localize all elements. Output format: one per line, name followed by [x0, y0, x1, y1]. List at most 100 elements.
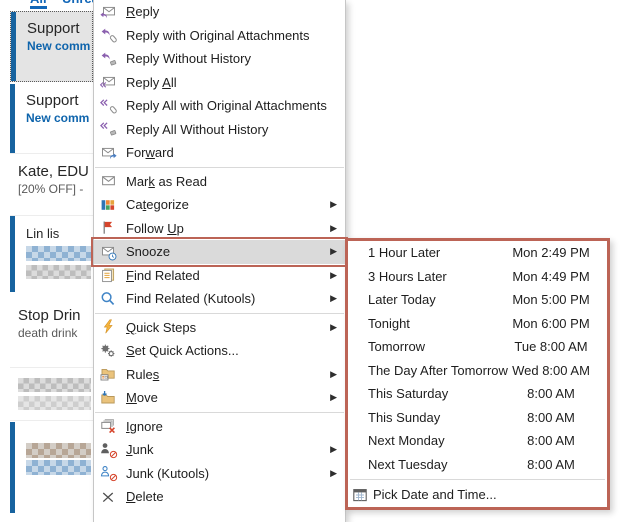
menu-separator: [95, 166, 344, 168]
snooze-icon: [99, 242, 119, 262]
snooze-option-label: This Sunday: [368, 409, 441, 425]
rules-folder-icon: [99, 364, 119, 384]
email-item[interactable]: Lin lis: [10, 216, 93, 292]
email-item[interactable]: Support New comm: [10, 84, 93, 154]
email-preview: [20% OFF] -: [18, 182, 84, 196]
junk-person-icon: [99, 440, 119, 460]
active-tab-underline: [30, 6, 47, 9]
menu-item-label: Junk: [126, 442, 154, 458]
menu-item-reply-all[interactable]: Reply All: [94, 71, 345, 95]
menu-item-set-quick-actions[interactable]: Set Quick Actions...: [94, 339, 345, 363]
email-item[interactable]: Kate, EDU [20% OFF] -: [10, 155, 93, 216]
pick-date-and-time-item[interactable]: Pick Date and Time...: [348, 483, 607, 507]
email-item[interactable]: [10, 422, 93, 513]
menu-item-mark-as-read[interactable]: Mark as Read: [94, 170, 345, 194]
envelope-icon: [99, 171, 119, 191]
snooze-option-tomorrow[interactable]: Tomorrow Tue 8:00 AM: [348, 335, 607, 359]
snooze-option-tonight[interactable]: Tonight Mon 6:00 PM: [348, 312, 607, 336]
email-item[interactable]: Stop Drin death drink: [10, 292, 93, 368]
snooze-option-this-sunday[interactable]: This Sunday 8:00 AM: [348, 406, 607, 430]
categorize-icon: [99, 195, 119, 215]
snooze-option-time: 8:00 AM: [527, 433, 575, 449]
submenu-arrow-icon: ▶: [330, 199, 337, 210]
move-folder-icon: [99, 388, 119, 408]
menu-item-rules[interactable]: Rules ▶: [94, 363, 345, 387]
redacted-text: [18, 378, 91, 392]
menu-item-quick-steps[interactable]: Quick Steps ▶: [94, 316, 345, 340]
snooze-option-label: The Day After Tomorrow: [368, 362, 508, 378]
menu-item-categorize[interactable]: Categorize ▶: [94, 193, 345, 217]
menu-item-label: Find Related: [126, 267, 200, 283]
menu-item-reply-without-history[interactable]: Reply Without History: [94, 47, 345, 71]
menu-item-delete[interactable]: Delete: [94, 485, 345, 509]
email-sender: Stop Drin: [18, 307, 81, 324]
snooze-option-time: Mon 4:49 PM: [512, 268, 590, 284]
menu-item-label: Categorize: [126, 197, 189, 213]
submenu-arrow-icon: ▶: [330, 269, 337, 280]
snooze-option-time: 8:00 AM: [527, 386, 575, 402]
magnifier-icon: [99, 289, 119, 309]
menu-item-reply-all-with-original-attachments[interactable]: Reply All with Original Attachments: [94, 94, 345, 118]
menu-item-label: Find Related (Kutools): [126, 291, 256, 307]
menu-item-reply[interactable]: Reply: [94, 0, 345, 24]
snooze-option-label: 3 Hours Later: [368, 268, 447, 284]
snooze-option-label: Next Tuesday: [368, 456, 448, 472]
email-sender: Lin lis: [26, 226, 60, 241]
menu-item-forward[interactable]: Forward: [94, 141, 345, 165]
email-preview: New comm: [26, 111, 90, 125]
menu-item-find-related-kutools[interactable]: Find Related (Kutools) ▶: [94, 287, 345, 311]
snooze-option-label: Next Monday: [368, 433, 445, 449]
email-preview: death drink: [18, 326, 78, 340]
redacted-text: [26, 265, 91, 279]
lightning-icon: [99, 317, 119, 337]
menu-item-ignore[interactable]: Ignore: [94, 415, 345, 439]
snooze-option-later-today[interactable]: Later Today Mon 5:00 PM: [348, 288, 607, 312]
snooze-option-3-hours-later[interactable]: 3 Hours Later Mon 4:49 PM: [348, 265, 607, 289]
menu-item-reply-with-original-attachments[interactable]: Reply with Original Attachments: [94, 24, 345, 48]
reply-attachment-icon: [99, 25, 119, 45]
redacted-text: [18, 396, 91, 410]
snooze-option-time: 8:00 AM: [527, 409, 575, 425]
mail-filter-tabs: All Unread: [0, 0, 93, 9]
snooze-option-time: Mon 6:00 PM: [512, 315, 590, 331]
menu-item-label: Rules: [126, 366, 160, 382]
snooze-option-label: Tonight: [368, 315, 410, 331]
snooze-submenu: 1 Hour Later Mon 2:49 PM 3 Hours Later M…: [345, 238, 610, 510]
snooze-option-day-after-tomorrow[interactable]: The Day After Tomorrow Wed 8:00 AM: [348, 359, 607, 383]
snooze-option-time: Mon 2:49 PM: [512, 245, 590, 261]
submenu-arrow-icon: ▶: [330, 246, 337, 257]
unread-bar: [10, 216, 15, 292]
submenu-arrow-icon: ▶: [330, 392, 337, 403]
menu-item-junk-kutools[interactable]: Junk (Kutools) ▶: [94, 462, 345, 486]
menu-item-label: Ignore: [126, 418, 163, 434]
menu-item-label: Forward: [126, 145, 174, 161]
menu-item-follow-up[interactable]: Follow Up ▶: [94, 217, 345, 241]
menu-item-label: Reply: [126, 4, 160, 20]
snooze-option-time: Wed 8:00 AM: [512, 362, 590, 378]
unread-bar: [11, 12, 16, 81]
email-item-selected[interactable]: Support New comm: [10, 11, 93, 82]
reply-all-icon: [99, 72, 119, 92]
flag-icon: [99, 218, 119, 238]
menu-item-junk[interactable]: Junk ▶: [94, 438, 345, 462]
menu-item-label: Quick Steps: [126, 319, 197, 335]
submenu-arrow-icon: ▶: [330, 444, 337, 455]
snooze-option-label: Tomorrow: [368, 339, 426, 355]
menu-item-reply-all-without-history[interactable]: Reply All Without History: [94, 118, 345, 142]
submenu-arrow-icon: ▶: [330, 293, 337, 304]
snooze-option-this-saturday[interactable]: This Saturday 8:00 AM: [348, 382, 607, 406]
menu-item-label: Set Quick Actions...: [126, 343, 239, 359]
email-item[interactable]: [10, 369, 93, 421]
tab-unread[interactable]: Unread: [62, 0, 93, 6]
menu-item-find-related[interactable]: Find Related ▶: [94, 264, 345, 288]
menu-item-snooze[interactable]: Snooze ▶: [91, 237, 348, 267]
calendar-icon: [351, 485, 369, 505]
snooze-option-next-monday[interactable]: Next Monday 8:00 AM: [348, 429, 607, 453]
submenu-arrow-icon: ▶: [330, 467, 337, 478]
menu-item-label: Reply All: [126, 74, 177, 90]
snooze-option-label: Later Today: [368, 292, 436, 308]
snooze-option-1-hour-later[interactable]: 1 Hour Later Mon 2:49 PM: [348, 241, 607, 265]
snooze-option-next-tuesday[interactable]: Next Tuesday 8:00 AM: [348, 453, 607, 477]
menu-item-move[interactable]: Move ▶: [94, 386, 345, 410]
context-menu: Reply Reply with Original Attachments Re…: [91, 0, 348, 522]
